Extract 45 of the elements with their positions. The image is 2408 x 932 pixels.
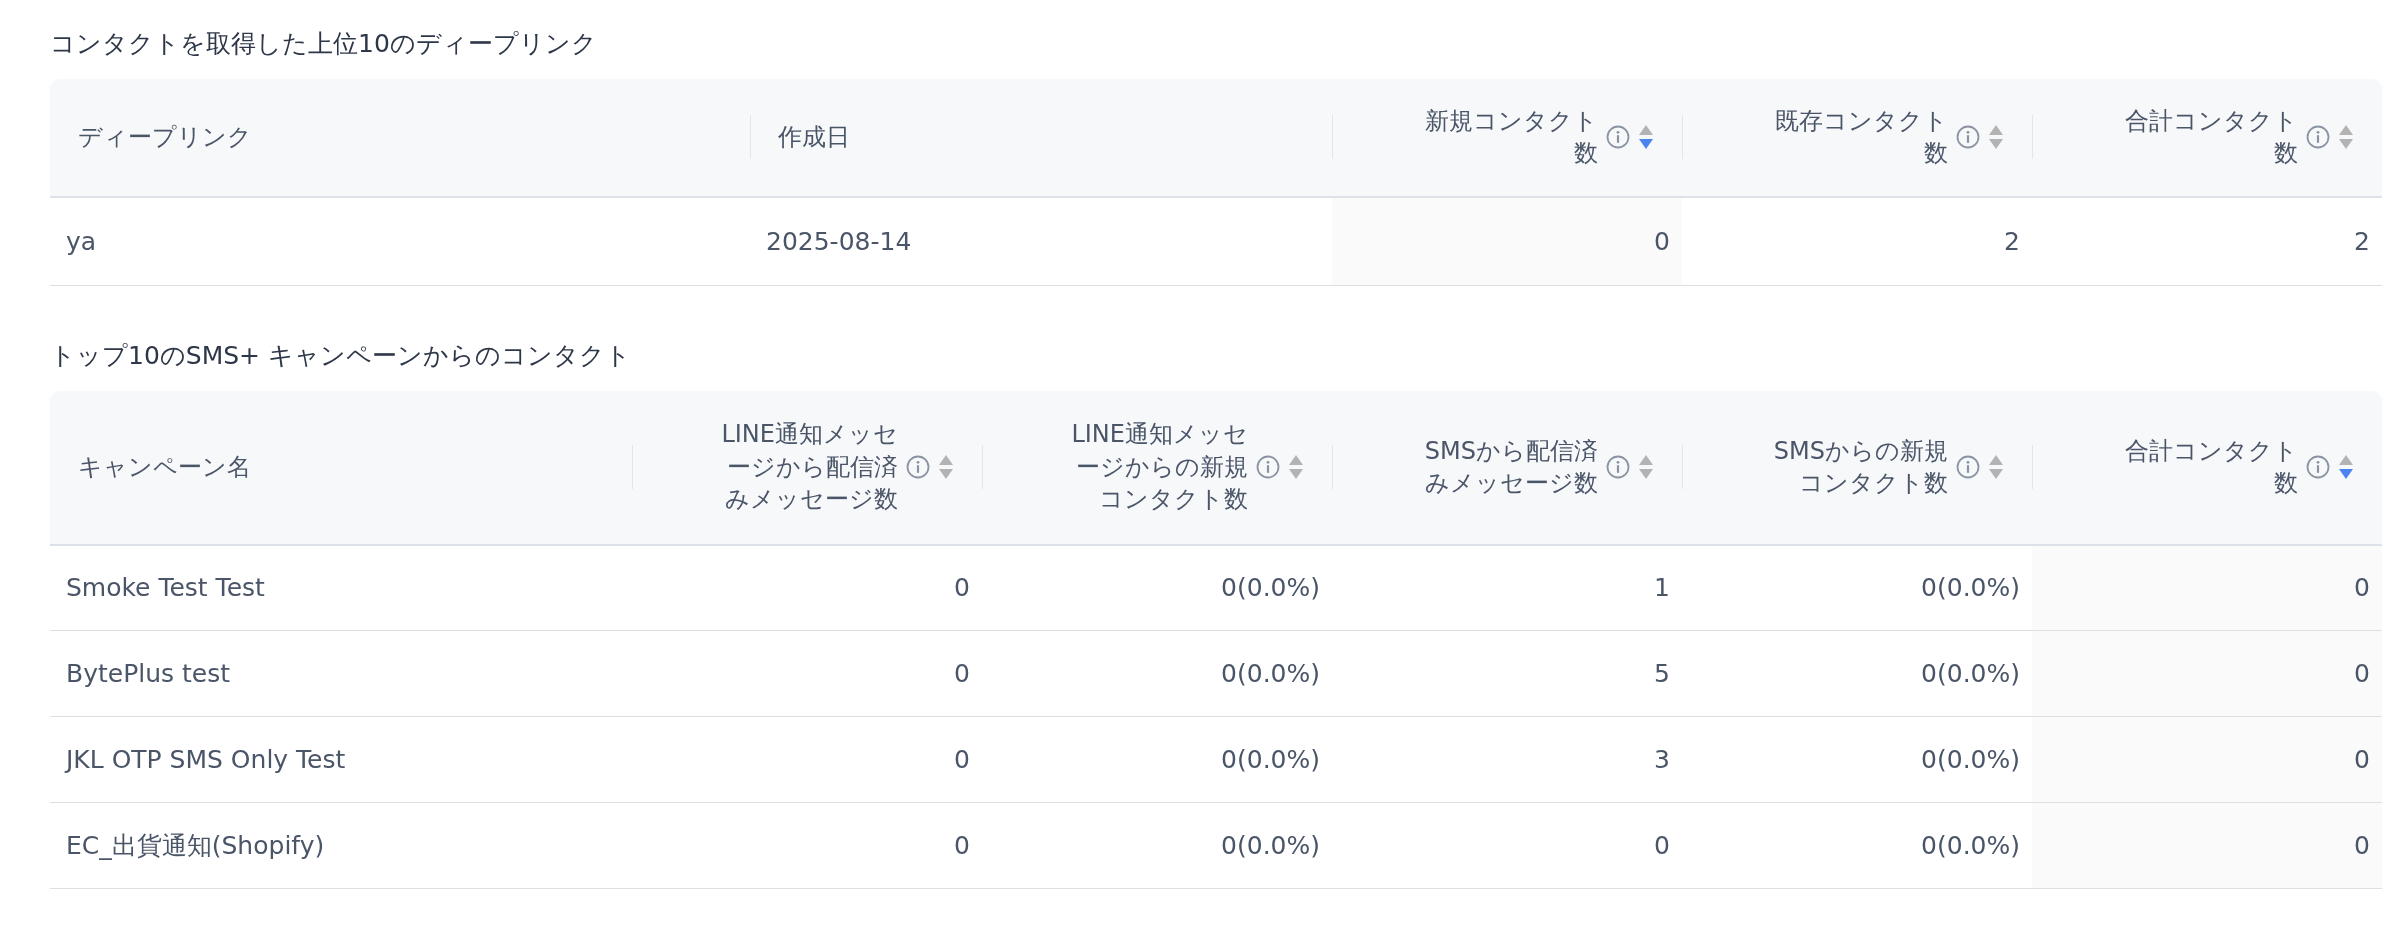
section-title: トップ10のSMS+ キャンペーンからのコンタクト [50, 340, 632, 372]
table-cell: 0 [1332, 802, 1682, 889]
table-cell: 3 [1332, 716, 1682, 803]
table-cell: 0(0.0%) [982, 630, 1332, 717]
table-cell: Smoke Test Test [50, 544, 632, 631]
table-cell: 0 [632, 544, 982, 631]
table-cell: 0 [2032, 716, 2382, 803]
info-icon[interactable] [1606, 125, 1630, 149]
column-header: 作成日 [778, 123, 850, 151]
table-cell: EC_出貨通知(Shopify) [50, 802, 632, 889]
sort-icon[interactable] [1288, 454, 1304, 480]
table-cell: 0(0.0%) [982, 544, 1332, 631]
table-cell: 0 [2032, 802, 2382, 889]
info-icon[interactable] [2306, 125, 2330, 149]
sort-icon[interactable] [2338, 124, 2354, 150]
info-icon[interactable] [1956, 455, 1980, 479]
sort-icon[interactable] [2338, 454, 2354, 480]
table-cell: ya [50, 196, 750, 286]
info-icon[interactable] [906, 455, 930, 479]
table-cell: 0 [632, 802, 982, 889]
table-cell: 5 [1332, 630, 1682, 717]
info-icon[interactable] [1606, 455, 1630, 479]
sort-icon[interactable] [1988, 454, 2004, 480]
sort-icon[interactable] [1988, 124, 2004, 150]
table-cell: 0 [632, 630, 982, 717]
table-cell: 0 [632, 716, 982, 803]
table-cell: JKL OTP SMS Only Test [50, 716, 632, 803]
column-header: キャンペーン名 [78, 453, 251, 481]
section-title: コンタクトを取得した上位10のディープリンク [50, 28, 598, 60]
sort-icon[interactable] [938, 454, 954, 480]
table-cell: 0 [2032, 630, 2382, 717]
info-icon[interactable] [1256, 455, 1280, 479]
info-icon[interactable] [2306, 455, 2330, 479]
info-icon[interactable] [1956, 125, 1980, 149]
table-cell: BytePlus test [50, 630, 632, 717]
table-cell: 0 [1332, 196, 1682, 286]
sort-icon[interactable] [1638, 124, 1654, 150]
table-cell: 0(0.0%) [982, 802, 1332, 889]
sort-icon[interactable] [1638, 454, 1654, 480]
table-cell: 0 [2032, 544, 2382, 631]
table-cell: 2 [2032, 196, 2382, 286]
table-cell: 0(0.0%) [982, 716, 1332, 803]
table-cell: 1 [1332, 544, 1682, 631]
table-cell: 2 [1682, 196, 2032, 286]
column-header: ディープリンク [78, 123, 252, 151]
